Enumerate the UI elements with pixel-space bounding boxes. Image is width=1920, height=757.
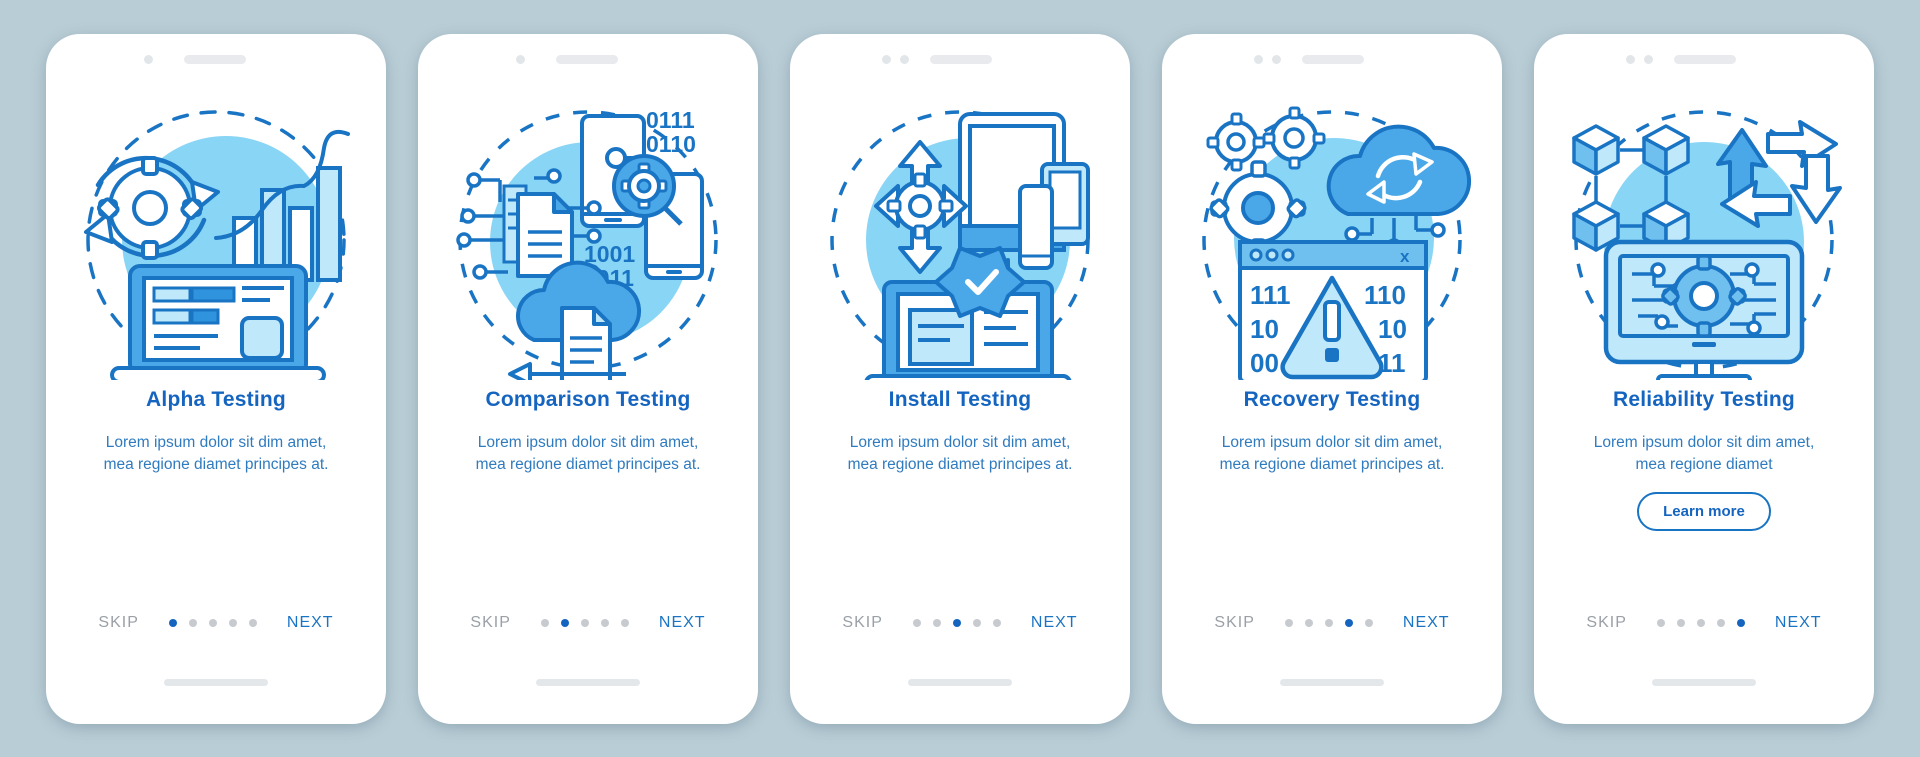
pagination-dot-5[interactable] — [992, 618, 1001, 627]
binary-right-line1: 110 — [1364, 280, 1406, 310]
pagination-dot-3[interactable] — [1696, 618, 1705, 627]
speaker-grill-icon — [556, 55, 618, 64]
page-title: Reliability Testing — [1613, 387, 1795, 411]
pagination-dot-1[interactable] — [912, 618, 921, 627]
camera-dot-icon — [1626, 55, 1635, 64]
pagination-dot-2[interactable] — [188, 618, 197, 627]
onboarding-card-reliability-testing: Reliability Testing Lorem ipsum dolor si… — [1534, 33, 1874, 724]
speaker-grill-icon — [1302, 55, 1364, 64]
camera-dot-icon — [1254, 55, 1263, 64]
page-description: Lorem ipsum dolor sit dim amet, mea regi… — [103, 433, 329, 473]
illustration-alpha-testing — [66, 90, 366, 380]
pagination-dot-1[interactable] — [540, 618, 549, 627]
pagination-dots — [540, 618, 629, 627]
pagination-dot-3[interactable] — [1324, 618, 1333, 627]
pagination-dot-5[interactable] — [248, 618, 257, 627]
status-bar — [46, 40, 386, 80]
pagination-dots — [1284, 618, 1373, 627]
skip-button[interactable]: SKIP — [1586, 614, 1626, 632]
navigation-row: SKIP NEXT — [46, 614, 386, 632]
binary-mid-line1: 1001 — [584, 241, 635, 267]
pagination-dot-2[interactable] — [1676, 618, 1685, 627]
pagination-dot-4[interactable] — [1716, 618, 1725, 627]
pagination-dot-3[interactable] — [208, 618, 217, 627]
onboarding-card-comparison-testing: 0111 0110 1001 0011 Comparison Testing L… — [418, 33, 758, 724]
status-bar — [418, 40, 758, 80]
home-indicator — [1280, 678, 1384, 686]
page-title: Alpha Testing — [146, 387, 286, 411]
status-bar — [1162, 40, 1502, 80]
next-button[interactable]: NEXT — [1775, 614, 1822, 632]
page-description: Lorem ipsum dolor sit dim amet, mea regi… — [1219, 433, 1445, 473]
pagination-dot-1[interactable] — [1656, 618, 1665, 627]
illustration-recovery-testing: x 111 10 00 110 10 11 — [1182, 90, 1482, 380]
home-indicator — [1652, 678, 1756, 686]
next-button[interactable]: NEXT — [287, 614, 334, 632]
page-title: Install Testing — [888, 387, 1032, 411]
pagination-dot-2[interactable] — [932, 618, 941, 627]
page-description: Lorem ipsum dolor sit dim amet, mea regi… — [475, 433, 701, 473]
navigation-row: SKIP NEXT — [790, 614, 1130, 632]
navigation-row: SKIP NEXT — [418, 614, 758, 632]
pagination-dot-2[interactable] — [1304, 618, 1313, 627]
speaker-grill-icon — [184, 55, 246, 64]
home-indicator — [164, 678, 268, 686]
speaker-grill-icon — [1674, 55, 1736, 64]
pagination-dot-4[interactable] — [600, 618, 609, 627]
page-title: Comparison Testing — [485, 387, 691, 411]
navigation-row: SKIP NEXT — [1534, 614, 1874, 632]
home-indicator — [536, 678, 640, 686]
home-indicator — [908, 678, 1012, 686]
onboarding-card-recovery-testing: x 111 10 00 110 10 11 Recovery Testing L… — [1162, 33, 1502, 724]
pagination-dot-5[interactable] — [1364, 618, 1373, 627]
camera-dot-icon — [882, 55, 891, 64]
pagination-dot-2[interactable] — [560, 618, 569, 627]
binary-left-line1: 111 — [1250, 280, 1291, 310]
status-bar — [790, 40, 1130, 80]
pagination-dot-4[interactable] — [1344, 618, 1353, 627]
page-description: Lorem ipsum dolor sit dim amet, mea regi… — [1593, 433, 1815, 473]
binary-left-line2: 10 — [1250, 314, 1279, 344]
speaker-grill-icon — [930, 55, 992, 64]
onboarding-card-alpha-testing: Alpha Testing Lorem ipsum dolor sit dim … — [46, 33, 386, 724]
pagination-dot-1[interactable] — [168, 618, 177, 627]
pagination-dots — [912, 618, 1001, 627]
status-bar — [1534, 40, 1874, 80]
illustration-comparison-testing: 0111 0110 1001 0011 — [438, 90, 738, 380]
binary-top-line2: 0110 — [646, 131, 696, 157]
binary-left-line3: 00 — [1250, 348, 1279, 378]
pagination-dot-5[interactable] — [1736, 618, 1745, 627]
pagination-dot-1[interactable] — [1284, 618, 1293, 627]
camera-dot-icon — [516, 55, 525, 64]
next-button[interactable]: NEXT — [1031, 614, 1078, 632]
pagination-dots — [168, 618, 257, 627]
pagination-dot-5[interactable] — [620, 618, 629, 627]
onboarding-card-install-testing: Install Testing Lorem ipsum dolor sit di… — [790, 33, 1130, 724]
pagination-dot-4[interactable] — [228, 618, 237, 627]
pagination-dot-4[interactable] — [972, 618, 981, 627]
sensor-dot-icon — [900, 55, 909, 64]
next-button[interactable]: NEXT — [1403, 614, 1450, 632]
navigation-row: SKIP NEXT — [1162, 614, 1502, 632]
skip-button[interactable]: SKIP — [470, 614, 510, 632]
camera-dot-icon — [144, 55, 153, 64]
window-close-label: x — [1400, 247, 1410, 266]
sensor-dot-icon — [1272, 55, 1281, 64]
illustration-install-testing — [810, 90, 1110, 380]
learn-more-button[interactable]: Learn more — [1637, 492, 1771, 532]
pagination-dot-3[interactable] — [580, 618, 589, 627]
illustration-reliability-testing — [1554, 90, 1854, 380]
skip-button[interactable]: SKIP — [842, 614, 882, 632]
skip-button[interactable]: SKIP — [1214, 614, 1254, 632]
sensor-dot-icon — [1644, 55, 1653, 64]
binary-right-line2: 10 — [1378, 314, 1407, 344]
binary-top-line1: 0111 — [646, 107, 695, 133]
pagination-dot-3[interactable] — [952, 618, 961, 627]
onboarding-screens-container: Alpha Testing Lorem ipsum dolor sit dim … — [0, 0, 1920, 757]
pagination-dots — [1656, 618, 1745, 627]
skip-button[interactable]: SKIP — [98, 614, 138, 632]
page-title: Recovery Testing — [1243, 387, 1421, 411]
next-button[interactable]: NEXT — [659, 614, 706, 632]
page-description: Lorem ipsum dolor sit dim amet, mea regi… — [847, 433, 1073, 473]
